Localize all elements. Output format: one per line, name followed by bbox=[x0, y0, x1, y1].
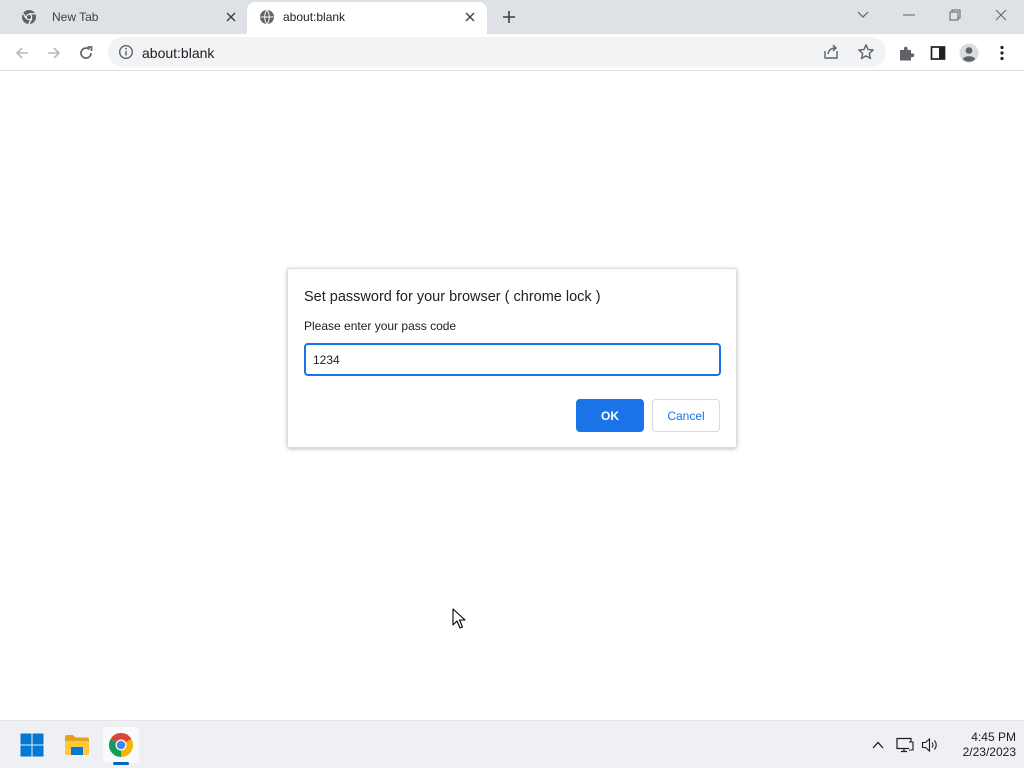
chrome-icon bbox=[109, 733, 133, 757]
dialog-message: Please enter your pass code bbox=[304, 319, 457, 333]
profile-icon bbox=[959, 43, 979, 63]
show-hidden-icons-button[interactable] bbox=[868, 735, 888, 755]
profile-button[interactable] bbox=[956, 40, 982, 66]
tab-title: New Tab bbox=[52, 10, 99, 24]
chevron-down-icon bbox=[857, 11, 869, 18]
tab-search-button[interactable] bbox=[850, 4, 876, 26]
address-bar[interactable]: about:blank bbox=[108, 37, 886, 67]
close-tab-icon[interactable] bbox=[222, 8, 240, 26]
star-icon[interactable] bbox=[857, 43, 875, 61]
file-explorer-button[interactable] bbox=[59, 727, 95, 763]
chrome-taskbar-button[interactable] bbox=[103, 727, 139, 763]
reload-button[interactable] bbox=[73, 40, 99, 66]
mouse-cursor-icon bbox=[452, 608, 466, 629]
network-icon bbox=[896, 737, 914, 753]
restore-button[interactable] bbox=[942, 4, 968, 26]
plus-icon bbox=[503, 11, 515, 23]
minimize-button[interactable] bbox=[896, 4, 922, 26]
globe-icon bbox=[260, 9, 274, 25]
tab-title: about:blank bbox=[283, 10, 346, 24]
reload-icon bbox=[80, 46, 93, 59]
clock-date: 2/23/2023 bbox=[962, 745, 1016, 759]
chrome-icon bbox=[22, 10, 36, 25]
cancel-button[interactable]: Cancel bbox=[652, 399, 720, 432]
network-button[interactable] bbox=[895, 735, 915, 755]
ok-button[interactable]: OK bbox=[576, 399, 644, 432]
address-url: about:blank bbox=[142, 45, 215, 61]
tab-strip: New Tab about:blank bbox=[0, 0, 1024, 36]
back-button[interactable] bbox=[9, 40, 35, 66]
extensions-button[interactable] bbox=[893, 40, 919, 66]
chevron-up-icon bbox=[872, 741, 884, 749]
menu-button[interactable] bbox=[989, 40, 1015, 66]
passcode-input[interactable] bbox=[304, 343, 721, 376]
taskbar: 4:45 PM 2/23/2023 bbox=[0, 720, 1024, 768]
taskbar-clock[interactable]: 4:45 PM 2/23/2023 bbox=[944, 730, 1016, 760]
side-panel-button[interactable] bbox=[925, 40, 951, 66]
password-prompt-dialog: Set password for your browser ( chrome l… bbox=[287, 268, 737, 448]
tab-about-blank[interactable]: about:blank bbox=[247, 2, 487, 36]
folder-icon bbox=[65, 735, 89, 755]
tab-new-tab[interactable]: New Tab bbox=[8, 0, 244, 34]
start-button[interactable] bbox=[14, 727, 50, 763]
volume-button[interactable] bbox=[920, 735, 940, 755]
back-icon bbox=[15, 47, 28, 59]
side-panel-icon bbox=[930, 46, 946, 60]
close-window-button[interactable] bbox=[988, 4, 1014, 26]
close-tab-icon[interactable] bbox=[461, 8, 479, 26]
menu-icon bbox=[1000, 45, 1004, 61]
windows-start-icon bbox=[20, 733, 44, 757]
info-icon[interactable] bbox=[118, 44, 134, 60]
forward-icon bbox=[48, 47, 61, 59]
close-icon bbox=[995, 9, 1007, 21]
clock-time: 4:45 PM bbox=[971, 730, 1016, 744]
minimize-icon bbox=[903, 14, 915, 16]
restore-icon bbox=[949, 9, 961, 21]
share-icon[interactable] bbox=[822, 43, 840, 61]
dialog-title: Set password for your browser ( chrome l… bbox=[304, 289, 601, 305]
new-tab-button[interactable] bbox=[498, 6, 520, 28]
forward-button[interactable] bbox=[41, 40, 67, 66]
browser-toolbar: about:blank bbox=[0, 34, 1024, 71]
volume-icon bbox=[921, 737, 937, 753]
extensions-icon bbox=[899, 46, 914, 60]
active-app-indicator bbox=[113, 762, 129, 765]
